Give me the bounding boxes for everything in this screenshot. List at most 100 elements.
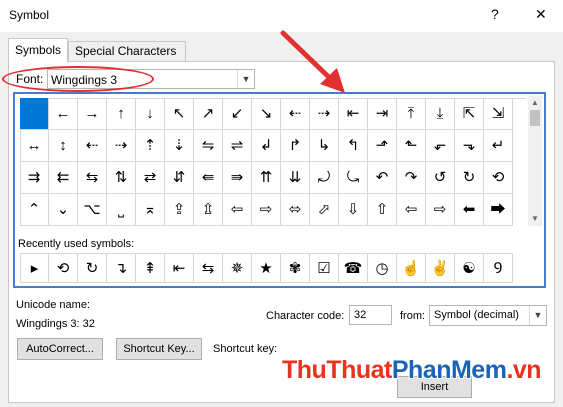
symbol-cell[interactable]: ⇥ [368,98,397,130]
tab-symbols[interactable]: Symbols [8,38,68,63]
symbol-cell[interactable]: ⌃ [20,194,49,226]
symbol-cell[interactable]: ⇚ [194,162,223,194]
symbol-cell[interactable]: ⤒ [397,98,426,130]
recent-symbol-cell[interactable]: ✵ [223,253,252,283]
symbol-cell[interactable]: ↵ [484,130,513,162]
symbol-cell[interactable]: ⇦ [223,194,252,226]
chevron-down-icon[interactable]: ▼ [237,70,254,88]
symbol-cell[interactable]: ⇧ [368,194,397,226]
symbol-cell-selected[interactable] [20,98,49,130]
symbol-cell[interactable]: ⇵ [165,162,194,194]
symbol-cell[interactable]: ⇋ [194,130,223,162]
symbol-cell[interactable]: ⬅ [455,194,484,226]
symbol-cell[interactable]: ⌅ [136,194,165,226]
symbol-cell[interactable]: ⇲ [484,98,513,130]
symbol-cell[interactable]: ⇇ [49,162,78,194]
symbol-cell[interactable]: ⇱ [455,98,484,130]
recent-symbol-cell[interactable]: ↴ [107,253,136,283]
recent-symbol-cell[interactable]: ⇆ [194,253,223,283]
symbol-cell[interactable]: ⬎ [455,130,484,162]
symbol-cell[interactable]: ⇤ [339,98,368,130]
symbol-cell[interactable]: ⌄ [49,194,78,226]
symbol-cell[interactable]: ⇨ [426,194,455,226]
recent-symbol-cell[interactable]: ⇤ [165,253,194,283]
recent-symbol-cell[interactable]: ▸ [20,253,49,283]
symbol-cell[interactable]: ⇫ [194,194,223,226]
symbol-cell[interactable]: ⇆ [78,162,107,194]
help-button[interactable]: ? [491,6,499,22]
symbol-cell[interactable]: ⇉ [20,162,49,194]
scroll-down-icon[interactable]: ▼ [528,212,542,226]
symbol-cell[interactable]: ↘ [252,98,281,130]
symbol-cell[interactable]: ⇣ [165,130,194,162]
symbol-cell[interactable]: ⇛ [223,162,252,194]
symbol-cell[interactable]: ⬐ [426,130,455,162]
symbol-cell[interactable]: ⇡ [136,130,165,162]
recent-symbol-cell[interactable]: ✾ [281,253,310,283]
symbol-cell[interactable]: ⇢ [107,130,136,162]
symbol-cell[interactable]: ⇊ [281,162,310,194]
recent-symbol-cell[interactable]: ↻ [78,253,107,283]
symbol-cell[interactable]: ⮕ [484,194,513,226]
symbol-cell[interactable]: ← [49,98,78,130]
symbol-cell[interactable]: ↕ [49,130,78,162]
recent-symbol-cell[interactable]: ☎ [339,253,368,283]
symbol-cell[interactable]: ↱ [281,130,310,162]
font-dropdown[interactable]: Wingdings 3 ▼ [47,69,255,89]
symbol-cell[interactable]: ⤓ [426,98,455,130]
symbol-cell[interactable]: ↓ [136,98,165,130]
symbol-cell[interactable]: ↳ [310,130,339,162]
shortcut-key-button[interactable]: Shortcut Key... [116,338,202,360]
close-button[interactable]: ✕ [535,6,547,23]
symbol-cell[interactable]: ↔ [20,130,49,162]
recent-symbol-cell[interactable]: ☝ [397,253,426,283]
recent-symbol-cell[interactable]: ☑ [310,253,339,283]
symbol-cell[interactable]: ⌥ [78,194,107,226]
symbol-cell[interactable]: ⇄ [136,162,165,194]
symbol-cell[interactable]: ⇠ [78,130,107,162]
symbol-cell[interactable]: ⟲ [484,162,513,194]
symbol-cell[interactable]: ↗ [194,98,223,130]
symbol-cell[interactable]: ⤾ [310,162,339,194]
symbol-cell[interactable]: ⇌ [223,130,252,162]
symbol-cell[interactable]: ⎵ [107,194,136,226]
from-dropdown[interactable]: Symbol (decimal) ▼ [429,305,547,326]
symbol-cell[interactable]: ⇈ [252,162,281,194]
symbol-cell[interactable]: ⬑ [397,130,426,162]
recent-symbol-cell[interactable]: ★ [252,253,281,283]
symbol-cell[interactable]: ⬀ [310,194,339,226]
recent-symbol-cell[interactable]: ✌ [426,253,455,283]
symbol-cell[interactable]: ⇅ [107,162,136,194]
scroll-thumb[interactable] [530,110,540,126]
symbol-scrollbar[interactable]: ▲ ▼ [528,96,542,226]
scroll-up-icon[interactable]: ▲ [528,96,542,110]
symbol-cell[interactable]: ↷ [397,162,426,194]
symbol-cell[interactable]: ⬄ [281,194,310,226]
chevron-down-icon[interactable]: ▼ [529,306,546,325]
symbol-cell[interactable]: ↺ [426,162,455,194]
symbol-cell[interactable]: ⬏ [368,130,397,162]
symbol-cell[interactable]: ⇩ [339,194,368,226]
recent-symbol-cell[interactable]: ⇞ [136,253,165,283]
symbol-cell[interactable]: ↖ [165,98,194,130]
symbol-cell[interactable]: ↶ [368,162,397,194]
recent-symbol-cell[interactable]: ☯ [455,253,484,283]
tab-special-characters[interactable]: Special Characters [68,41,186,61]
recent-symbol-cell[interactable]: ⟲ [49,253,78,283]
recent-symbol-cell[interactable]: Ꝯ [484,253,513,283]
recent-symbol-cell[interactable]: ◷ [368,253,397,283]
symbol-cell[interactable]: ↻ [455,162,484,194]
symbol-cell[interactable]: ↲ [252,130,281,162]
symbol-cell[interactable]: ⇪ [165,194,194,226]
symbol-cell[interactable]: ⇢ [310,98,339,130]
symbol-cell[interactable]: → [78,98,107,130]
symbol-cell[interactable]: ⤿ [339,162,368,194]
symbol-cell[interactable]: ⇨ [252,194,281,226]
symbol-cell[interactable]: ↑ [107,98,136,130]
symbol-cell[interactable]: ⇠ [281,98,310,130]
symbol-cell[interactable]: ⇦ [397,194,426,226]
symbol-cell[interactable]: ↰ [339,130,368,162]
character-code-input[interactable]: 32 [349,305,392,325]
autocorrect-button[interactable]: AutoCorrect... [17,338,103,360]
symbol-cell[interactable]: ↙ [223,98,252,130]
